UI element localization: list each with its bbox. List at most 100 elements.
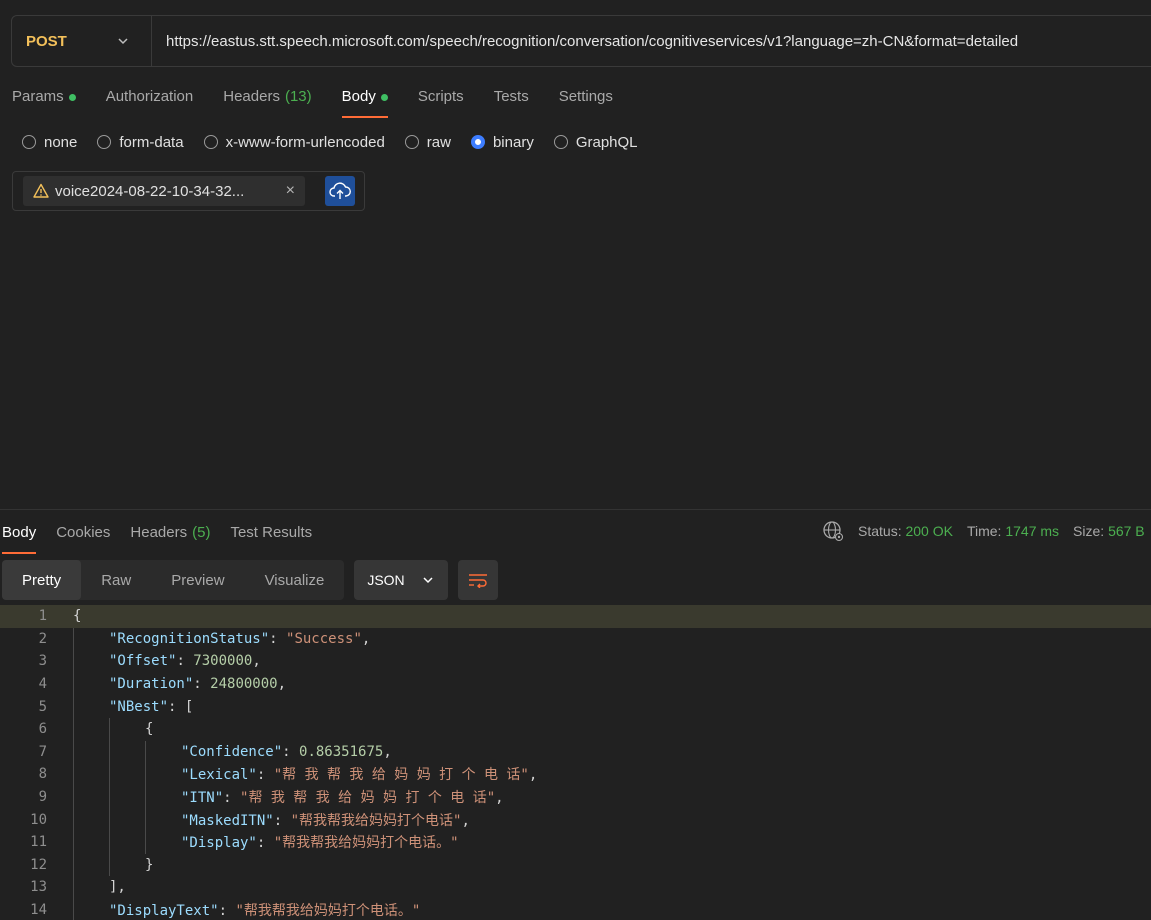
indent-guide	[73, 785, 74, 809]
indent-guide	[109, 785, 110, 809]
tab-label: Tests	[493, 88, 529, 105]
time-value[interactable]: 1747 ms	[1005, 523, 1059, 539]
tab-label: Authorization	[105, 88, 194, 105]
line-number: 6	[38, 721, 47, 738]
response-tab-body[interactable]: Body	[2, 520, 37, 554]
close-icon[interactable]: ×	[286, 182, 295, 200]
code-line: 3 "Offset": 7300000,	[0, 650, 1151, 673]
indent-guide	[145, 808, 146, 831]
radio-none[interactable]: none	[22, 134, 77, 151]
code-line: 6{	[0, 717, 1151, 741]
format-select[interactable]: JSON	[354, 560, 449, 600]
indent-guide	[109, 853, 110, 877]
code-token: "Offset"	[109, 653, 177, 670]
tab-label: Headers	[130, 524, 188, 541]
tab-settings[interactable]: Settings	[559, 84, 613, 116]
radio-circle-icon[interactable]	[203, 135, 218, 149]
tab-label: Settings	[558, 88, 613, 105]
response-tab-headers[interactable]: Headers (5)	[130, 520, 210, 552]
format-label: JSON	[367, 572, 405, 588]
line-number: 7	[38, 743, 47, 760]
code-line: 4 "Duration": 24800000,	[0, 672, 1151, 696]
radio-x-www-form-urlencoded[interactable]: x-www-form-urlencoded	[203, 133, 385, 151]
code-token: :	[269, 630, 287, 647]
tab-label: Body	[2, 524, 37, 541]
method-select[interactable]: POST	[12, 16, 152, 66]
code-token: ,	[461, 812, 470, 829]
code-line: 11 "Display": "帮我帮我给妈妈打个电话。"	[0, 830, 1151, 854]
radio-binary[interactable]: binary	[470, 134, 534, 151]
tab-scripts[interactable]: Scripts	[418, 84, 464, 116]
status-value[interactable]: 200 OK	[905, 523, 952, 539]
indent-guide	[73, 808, 74, 831]
code-token: "Display"	[181, 835, 257, 852]
radio-circle-icon[interactable]	[22, 135, 36, 149]
size-value[interactable]: 567 B	[1108, 523, 1145, 539]
radio-raw[interactable]: raw	[404, 133, 451, 151]
code-line: 8 "Lexical": "帮 我 帮 我 给 妈 妈 打 个 电 话",	[0, 763, 1151, 786]
indent-guide	[73, 830, 74, 854]
tab-authorization[interactable]: Authorization	[106, 84, 194, 116]
radio-circle-icon[interactable]	[97, 135, 112, 149]
tab-label: Scripts	[417, 88, 464, 105]
radio-circle-icon[interactable]	[404, 135, 419, 149]
tab-body[interactable]: Body	[341, 84, 389, 118]
url-input[interactable]: https://eastus.stt.speech.microsoft.com/…	[152, 33, 1018, 50]
upload-file-button[interactable]	[325, 176, 355, 206]
response-status-bar: Status: 200 OK Time: 1747 ms Size: 567 B	[822, 520, 1145, 542]
code-line: 10 "MaskedITN": "帮我帮我给妈妈打个电话",	[0, 808, 1151, 831]
file-name: voice2024-08-22-10-34-32...	[55, 182, 245, 200]
line-number: 3	[38, 653, 47, 670]
code-text: {	[73, 608, 81, 624]
response-body-code[interactable]: 1{2 "RecognitionStatus": "Success", 3 "Offs…	[0, 605, 1151, 920]
view-mode-preview[interactable]: Preview	[151, 560, 244, 600]
code-text: "ITN": "帮 我 帮 我 给 妈 妈 打 个 电 话",	[181, 787, 504, 807]
view-mode-pretty[interactable]: Pretty	[2, 560, 82, 600]
size-label: Size:	[1073, 523, 1105, 539]
indent-guide	[73, 717, 74, 741]
code-token: :	[223, 790, 241, 807]
code-text: "Offset": 7300000,	[109, 653, 261, 669]
radio-GraphQL[interactable]: GraphQL	[553, 134, 638, 151]
request-tabs: Params Authorization Headers (13) Body Script…	[12, 84, 643, 118]
indent-guide	[109, 740, 110, 764]
line-number: 14	[30, 902, 47, 919]
code-token: :	[256, 835, 274, 852]
code-token: 24800000	[210, 676, 278, 693]
code-token: ,	[383, 743, 392, 760]
wrap-lines-button[interactable]	[458, 560, 499, 600]
line-number: 1	[38, 608, 47, 625]
code-token: "ITN"	[181, 790, 224, 807]
response-tab-cookies[interactable]: Cookies	[56, 520, 110, 552]
warning-icon	[33, 183, 49, 198]
response-divider	[0, 509, 1151, 510]
code-token: "RecognitionStatus"	[109, 630, 270, 647]
tab-params[interactable]: Params	[12, 84, 76, 116]
code-line: 5 "NBest": [	[0, 695, 1151, 718]
response-view-toolbar: Pretty Raw Preview Visualize JSON	[2, 560, 499, 600]
code-token: ,	[277, 676, 287, 693]
code-token: "帮我帮我给妈妈打个电话"	[290, 812, 462, 829]
response-tab-test-results[interactable]: Test Results	[230, 520, 312, 552]
code-text: "Duration": 24800000,	[109, 676, 286, 692]
time-label: Time:	[966, 523, 1002, 539]
modified-dot-icon	[68, 94, 76, 101]
tab-label: Cookies	[56, 524, 111, 541]
selected-file-chip[interactable]: voice2024-08-22-10-34-32... ×	[23, 176, 305, 206]
radio-circle-icon[interactable]	[553, 135, 568, 149]
tab-tests[interactable]: Tests	[494, 84, 529, 116]
tab-label: Test Results	[230, 524, 313, 541]
view-mode-visualize[interactable]: Visualize	[245, 560, 345, 600]
radio-form-data[interactable]: form-data	[97, 134, 184, 151]
radio-circle-icon[interactable]	[470, 135, 485, 149]
body-type-radios: none form-data x-www-form-urlencoded raw bin…	[22, 130, 658, 154]
radio-label: raw	[426, 133, 451, 151]
radio-label: x-www-form-urlencoded	[225, 133, 385, 151]
tab-label: Body	[341, 88, 376, 105]
code-token: 7300000	[193, 653, 253, 670]
radio-label: none	[44, 133, 78, 151]
tab-headers[interactable]: Headers (13)	[223, 84, 311, 116]
globe-network-icon[interactable]	[822, 520, 844, 542]
view-mode-raw[interactable]: Raw	[81, 560, 151, 600]
code-line: 1{	[0, 605, 1151, 628]
